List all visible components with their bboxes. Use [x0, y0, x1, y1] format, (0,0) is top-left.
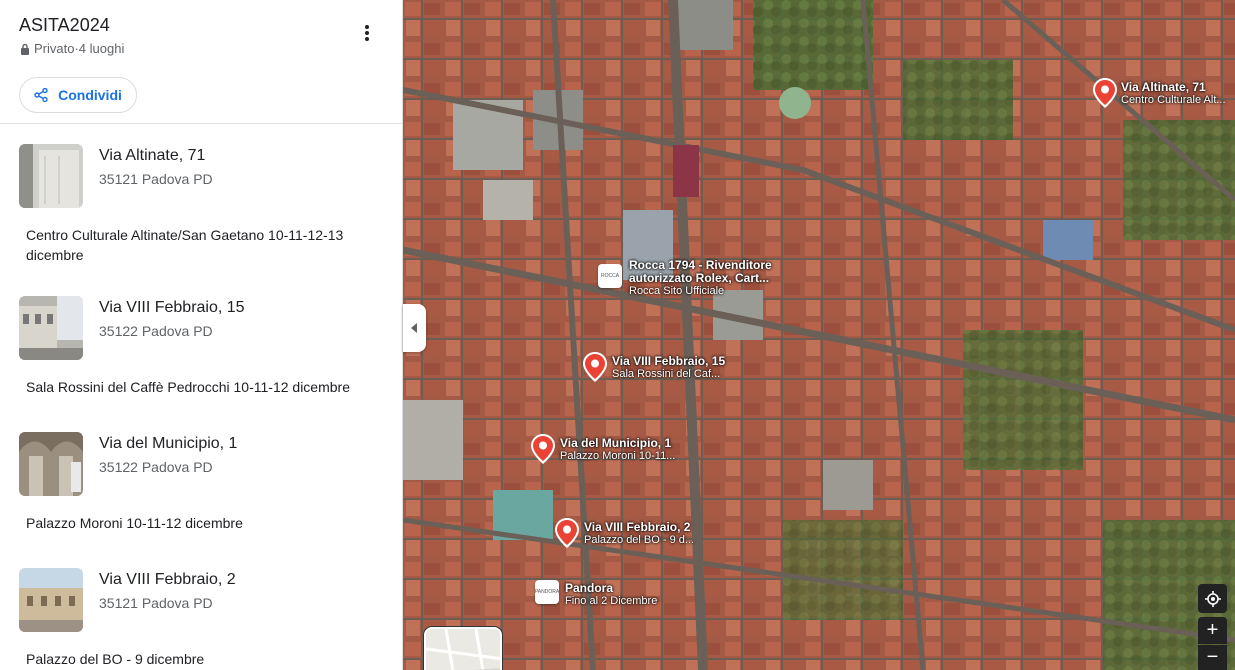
list-title: ASITA2024 [19, 15, 110, 35]
poi-label[interactable]: Rocca 1794 - Rivenditore autorizzato Role… [629, 259, 772, 298]
my-location-icon [1204, 590, 1221, 607]
list-panel: ASITA2024 Privato·4 luoghi Condividi Via… [0, 0, 403, 670]
poi-logo-text: ROCCA [600, 273, 620, 279]
zoom-in-icon: + [1206, 619, 1219, 641]
divider [0, 123, 402, 124]
share-icon [34, 88, 48, 102]
poi-logo-icon[interactable]: PANDORA [535, 580, 559, 604]
my-location-button[interactable] [1198, 584, 1227, 613]
map-pin-label[interactable]: Via VIII Febbraio, 2 Palazzo del BO - 9 d… [584, 521, 694, 547]
map-pin-subtitle: Sala Rossini del Caf... [612, 368, 721, 380]
map-pin-title: Via VIII Febbraio, 15 [612, 354, 726, 368]
poi-logo-icon[interactable]: ROCCA [598, 264, 622, 288]
place-address: 35121 Padova PD [99, 595, 213, 611]
lock-icon [21, 43, 29, 55]
place-thumbnail [19, 296, 83, 360]
poi-subtitle: Rocca Sito Ufficiale [629, 285, 725, 297]
map-pin-subtitle: Centro Culturale Alt... [1121, 94, 1226, 106]
place-address: 35122 Padova PD [99, 459, 213, 475]
place-thumbnail [19, 144, 83, 208]
map-pin-label[interactable]: Via VIII Febbraio, 15 Sala Rossini del Ca… [612, 355, 725, 381]
collapse-panel-button[interactable] [403, 304, 426, 352]
share-button[interactable]: Condividi [19, 77, 137, 113]
map-pin-icon[interactable] [555, 518, 579, 548]
more-options-button[interactable] [352, 18, 382, 48]
place-thumbnail [19, 432, 83, 496]
map-pin-title: Via VIII Febbraio, 2 [584, 520, 691, 534]
list-meta-text: Privato·4 luoghi [34, 41, 125, 56]
map-pin-icon[interactable] [1093, 78, 1117, 108]
map-pin-subtitle: Palazzo Moroni 10-11... [560, 450, 676, 462]
place-name: Via Altinate, 71 [99, 147, 206, 164]
map-pin-subtitle: Palazzo del BO - 9 d... [584, 534, 695, 546]
more-vert-icon [365, 25, 369, 41]
place-name: Via del Municipio, 1 [99, 435, 238, 452]
map-pin-icon[interactable] [531, 434, 555, 464]
zoom-in-button[interactable]: + [1198, 617, 1227, 644]
poi-title-line2: autorizzato Rolex, Cart... [629, 271, 770, 285]
place-note: Centro Culturale Altinate/San Gaetano 10… [26, 227, 344, 263]
poi-subtitle: Fino al 2 Dicembre [565, 595, 658, 607]
map-pin-label[interactable]: Via Altinate, 71 Centro Culturale Alt... [1121, 81, 1226, 107]
poi-title: Pandora [565, 581, 614, 595]
place-address: 35121 Padova PD [99, 171, 213, 187]
place-note: Palazzo del BO - 9 dicembre [26, 651, 205, 667]
map-pin-title: Via del Municipio, 1 [560, 436, 672, 450]
share-label: Condividi [58, 87, 122, 103]
zoom-out-icon: − [1206, 646, 1219, 668]
place-address: 35122 Padova PD [99, 323, 213, 339]
place-name: Via VIII Febbraio, 15 [99, 299, 245, 316]
place-note: Palazzo Moroni 10-11-12 dicembre [26, 515, 243, 531]
place-thumbnail [19, 568, 83, 632]
zoom-out-button[interactable]: − [1198, 645, 1227, 670]
poi-label[interactable]: Pandora Fino al 2 Dicembre [565, 582, 657, 608]
list-meta: Privato·4 luoghi [20, 41, 124, 56]
chevron-left-icon [410, 323, 417, 333]
map-pin-icon[interactable] [583, 352, 607, 382]
map-layer-toggle[interactable] [424, 627, 502, 670]
map-pin-title: Via Altinate, 71 [1121, 80, 1206, 94]
map-layer-icon [426, 629, 500, 670]
place-note: Sala Rossini del Caffè Pedrocchi 10-11-1… [26, 379, 350, 395]
poi-logo-text: PANDORA [534, 589, 560, 595]
satellite-map[interactable]: Via Altinate, 71 Centro Culturale Alt... … [403, 0, 1235, 670]
place-name: Via VIII Febbraio, 2 [99, 571, 236, 588]
map-pin-label[interactable]: Via del Municipio, 1 Palazzo Moroni 10-11… [560, 437, 675, 463]
